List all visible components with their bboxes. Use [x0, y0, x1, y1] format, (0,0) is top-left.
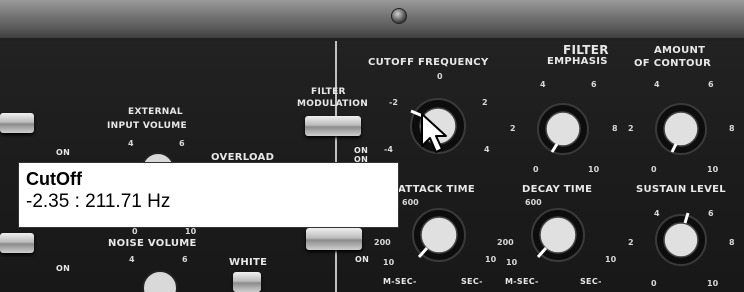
- tick-label: 4: [540, 80, 546, 89]
- mouse-pointer-icon: [421, 113, 447, 153]
- synth-screen: ON EXTERNAL INPUT VOLUME 4 6 OVERLOAD ON…: [0, 0, 744, 292]
- tick-label: 200: [497, 238, 514, 247]
- sustain-level-knob[interactable]: [648, 207, 714, 273]
- tooltip-title: CutOff: [26, 169, 82, 189]
- rocker-switch-1[interactable]: [0, 113, 34, 133]
- sec-label: SEC-: [461, 277, 483, 286]
- tick-label: -2: [389, 98, 398, 107]
- filter-emphasis-knob[interactable]: [530, 96, 596, 162]
- tick-label: 6: [708, 80, 714, 89]
- tick-label: 10: [707, 279, 719, 288]
- tick-label: 10: [485, 255, 497, 264]
- amount-of-contour-knob[interactable]: [648, 96, 714, 162]
- msec-label: M-SEC-: [383, 277, 417, 286]
- decay-time-knob[interactable]: [524, 201, 592, 269]
- tick-label: 4: [484, 145, 490, 154]
- msec-label: M-SEC-: [505, 277, 539, 286]
- tick-label: 0: [132, 227, 138, 236]
- tick-label: 10: [506, 258, 518, 267]
- decay-time-label: DECAY TIME: [522, 184, 593, 195]
- on-label: ON: [355, 255, 370, 264]
- tick-label: 2: [628, 238, 634, 247]
- tick-label: 8: [729, 124, 735, 133]
- modulation-label: MODULATION: [297, 99, 369, 109]
- tick-label: 10: [588, 165, 600, 174]
- tick-label: 10: [707, 165, 719, 174]
- tick-label: 200: [374, 238, 391, 247]
- emphasis-label: EMPHASIS: [547, 56, 608, 67]
- top-wood-panel: [0, 0, 744, 40]
- on-label: ON: [56, 148, 71, 157]
- attack-time-knob[interactable]: [405, 201, 473, 269]
- white-label: WHITE: [229, 257, 268, 268]
- tick-label: 0: [651, 165, 657, 174]
- filter-label: FILTER: [311, 87, 346, 97]
- rocker-switch-2[interactable]: [0, 233, 34, 253]
- cutoff-frequency-label: CUTOFF FREQUENCY: [368, 57, 489, 68]
- tick-label: 10: [185, 227, 197, 236]
- on-label: ON: [56, 264, 71, 273]
- white-noise-switch[interactable]: [233, 272, 261, 292]
- attack-time-label: ATTACK TIME: [398, 184, 475, 195]
- keyboard-control-switch[interactable]: [306, 228, 362, 250]
- tick-label: 2: [510, 124, 516, 133]
- on-label: ON: [354, 146, 369, 155]
- tick-label: 10: [605, 255, 617, 264]
- tooltip-value: -2.35 : 211.71 Hz: [26, 191, 171, 212]
- filter-label: FILTER: [563, 43, 609, 57]
- amount-label: AMOUNT: [654, 45, 706, 56]
- external-label: EXTERNAL: [128, 107, 183, 117]
- tick-label: 2: [482, 98, 488, 107]
- tick-label: 2: [628, 124, 634, 133]
- value-tooltip: CutOff -2.35 : 211.71 Hz: [18, 162, 399, 228]
- tick-label: 0: [533, 165, 539, 174]
- sec-label: SEC-: [580, 277, 602, 286]
- of-contour-label: OF CONTOUR: [634, 58, 712, 69]
- input-volume-label: INPUT VOLUME: [107, 121, 187, 131]
- noise-volume-knob[interactable]: [131, 262, 191, 292]
- sustain-level-label: SUSTAIN LEVEL: [636, 184, 726, 195]
- tick-label: -4: [384, 145, 393, 154]
- tick-label: 4: [654, 80, 660, 89]
- noise-volume-label: NOISE VOLUME: [108, 238, 197, 249]
- tick-label: 0: [437, 72, 443, 81]
- tick-label: 6: [591, 80, 597, 89]
- tick-label: 8: [612, 124, 618, 133]
- filter-modulation-switch[interactable]: [305, 116, 361, 136]
- tick-label: 10: [383, 258, 395, 267]
- tick-label: 8: [729, 238, 735, 247]
- tick-label: 0: [651, 279, 657, 288]
- screw-icon: [391, 8, 407, 24]
